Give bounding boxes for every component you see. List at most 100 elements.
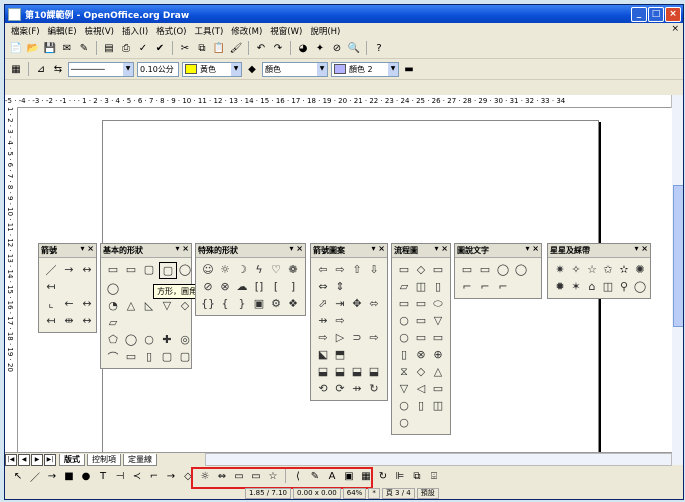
menu-insert[interactable]: 插入(I) <box>118 25 152 37</box>
frame-icon[interactable]: ▢ <box>177 349 193 364</box>
menu-help[interactable]: 說明(H) <box>306 25 344 37</box>
line-width-field[interactable]: 0.10公分 <box>137 61 179 77</box>
line-callout-icon[interactable]: ⌐ <box>477 279 493 294</box>
double-brace-icon[interactable]: {} <box>200 296 216 311</box>
octagon-icon[interactable]: ◯ <box>123 332 139 347</box>
block-arrow-down-icon[interactable]: ⇩ <box>366 262 382 277</box>
double-arrow-icon[interactable]: ↔ <box>79 296 95 311</box>
cross-icon[interactable]: ✚ <box>159 332 175 347</box>
area-style-icon[interactable]: ◆ <box>245 62 259 76</box>
mail-icon[interactable]: ✉ <box>60 41 74 55</box>
undo-icon[interactable]: ↶ <box>254 41 268 55</box>
rect-callout-icon[interactable]: ▭ <box>459 262 475 277</box>
octagon-bevel-icon[interactable]: ⚙ <box>268 296 284 311</box>
line-icon[interactable]: ⊿ <box>34 62 48 76</box>
smiley-icon[interactable]: ☺ <box>200 262 216 277</box>
copy-icon[interactable]: ⧉ <box>195 41 209 55</box>
menu-modify[interactable]: 修改(M) <box>227 25 266 37</box>
connector-icon[interactable]: ○ <box>396 330 412 345</box>
heart-icon[interactable]: ♡ <box>268 262 284 277</box>
alt-process-icon[interactable]: ▭ <box>430 262 446 277</box>
sun-icon[interactable]: ☼ <box>217 262 233 277</box>
text-tool-icon[interactable]: T <box>96 469 110 483</box>
explosion-icon[interactable]: ✷ <box>552 262 568 277</box>
palette-close-icon[interactable]: ▾ × <box>175 244 189 253</box>
preparation-icon[interactable]: ○ <box>396 313 412 328</box>
pdf-icon[interactable]: ▤ <box>102 41 116 55</box>
chart-icon[interactable]: ◕ <box>296 41 310 55</box>
block-arrow-lr-icon[interactable]: ⇔ <box>315 279 331 294</box>
process-icon[interactable]: ▭ <box>396 262 412 277</box>
block-arrow-left-icon[interactable]: ⇦ <box>315 262 331 277</box>
line-callout-icon[interactable]: ⌐ <box>495 279 511 294</box>
vertical-scrollbar[interactable] <box>671 95 683 465</box>
palette-close-icon[interactable]: ▾ × <box>525 244 539 253</box>
star6-icon[interactable]: ✩ <box>600 262 616 277</box>
alignment-icon[interactable]: ⊫ <box>393 469 407 483</box>
tab-controls[interactable]: 控制項 <box>87 453 121 466</box>
connector-tool-icon[interactable]: ⌐ <box>147 469 161 483</box>
sort-icon[interactable]: ◇ <box>413 364 429 379</box>
callout-arrow-icon[interactable]: ⇨ <box>366 330 382 345</box>
dimension-line-icon[interactable]: ↤ <box>43 313 59 328</box>
left-brace-icon[interactable]: { <box>217 296 233 311</box>
maximize-button[interactable]: □ <box>648 7 664 22</box>
lightning-icon[interactable]: ϟ <box>251 262 267 277</box>
first-tab-button[interactable]: |◀ <box>5 453 17 466</box>
prohibited-icon[interactable]: ⊘ <box>200 279 216 294</box>
star4-icon[interactable]: ✧ <box>568 262 584 277</box>
left-callout-icon[interactable]: ⬒ <box>332 347 348 362</box>
menu-file[interactable]: 檔案(F) <box>7 25 44 37</box>
drawing-canvas[interactable]: 箭號 ▾ × ／ → ↔ ↤ ⌞ ← ↔ ↤ ⇹ ↔ 基本的形狀 ▾ × ▭ ▭ ▢ <box>18 108 672 458</box>
puzzle-icon[interactable]: ⊗ <box>217 279 233 294</box>
rounded-rect-icon[interactable]: ▢ <box>141 262 157 277</box>
line-style-select[interactable]: ─────── ▼ <box>68 61 134 77</box>
minimize-button[interactable]: _ <box>631 7 647 22</box>
right-triangle-icon[interactable]: ◺ <box>141 298 157 313</box>
new-doc-icon[interactable]: 📄 <box>9 41 23 55</box>
select-icon[interactable]: ↖ <box>11 469 25 483</box>
cylinder-icon[interactable]: ▭ <box>123 349 139 364</box>
internal-storage-icon[interactable]: ▯ <box>430 279 446 294</box>
palette-close-icon[interactable]: ▾ × <box>434 244 448 253</box>
menu-format[interactable]: 格式(O) <box>152 25 190 37</box>
arrow-right-icon[interactable]: → <box>61 262 77 277</box>
zoom-icon[interactable]: ⊘ <box>330 41 344 55</box>
parallelogram-icon[interactable]: ▱ <box>105 315 121 330</box>
tab-dimension-lines[interactable]: 定量線 <box>123 453 157 466</box>
edit-icon[interactable]: ✎ <box>77 41 91 55</box>
autospell-icon[interactable]: ✔ <box>153 41 167 55</box>
manual-input-icon[interactable]: ▭ <box>413 313 429 328</box>
open-icon[interactable]: 📂 <box>26 41 40 55</box>
terminator-icon[interactable]: ⬭ <box>430 296 446 311</box>
line-color-select[interactable]: 黃色 ▼ <box>182 61 242 77</box>
block-arrow-up-icon[interactable]: ⇧ <box>349 262 365 277</box>
signet-icon[interactable]: ⚲ <box>616 279 632 294</box>
folded-corner-icon[interactable]: ▢ <box>159 349 175 364</box>
doc-close-icon[interactable]: × <box>671 24 679 34</box>
spellcheck-icon[interactable]: ✓ <box>136 41 150 55</box>
help-icon[interactable]: ? <box>372 41 386 55</box>
split-round-arrow-icon[interactable]: ⇸ <box>349 381 365 396</box>
extract-icon[interactable]: △ <box>430 364 446 379</box>
rounded-rect-icon[interactable]: ▢ <box>159 262 177 279</box>
bent-arrow-icon[interactable]: ⬀ <box>315 296 331 311</box>
cloud-icon[interactable]: ☁ <box>234 279 250 294</box>
donut-icon[interactable]: ◎ <box>177 332 193 347</box>
card-icon[interactable]: ▭ <box>430 330 446 345</box>
square-bevel-icon[interactable]: ▣ <box>251 296 267 311</box>
manual-operation-icon[interactable]: ▽ <box>430 313 446 328</box>
ellipse-icon[interactable]: ◯ <box>105 281 121 296</box>
tab-layout[interactable]: 版式 <box>59 453 85 466</box>
menu-edit[interactable]: 編輯(E) <box>44 25 81 37</box>
horizontal-scroll-icon[interactable]: ◫ <box>600 279 616 294</box>
right-brace-icon[interactable]: } <box>234 296 250 311</box>
status-zoom[interactable]: 64% <box>342 488 367 499</box>
striped-arrow-icon[interactable]: ⇨ <box>332 313 348 328</box>
s-shaped-arrow-icon[interactable]: ↻ <box>366 381 382 396</box>
collate-icon[interactable]: ⧖ <box>396 364 412 379</box>
lr-callout-icon[interactable]: ⬓ <box>332 364 348 379</box>
redo-icon[interactable]: ↷ <box>271 41 285 55</box>
diamond-icon[interactable]: ◇ <box>177 298 193 313</box>
punched-tape-icon[interactable]: ▯ <box>396 347 412 362</box>
